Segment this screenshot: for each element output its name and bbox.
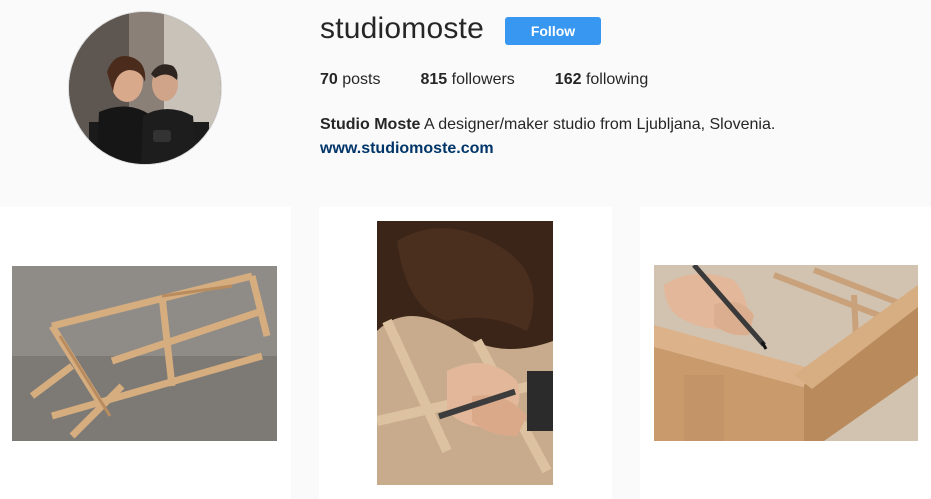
stat-followers-label: followers	[451, 71, 515, 88]
stat-posts-label: posts	[342, 71, 381, 88]
craftsman-measuring-photo	[377, 221, 553, 485]
profile-bio: Studio Moste A designer/maker studio fro…	[320, 113, 775, 161]
post-tile[interactable]	[319, 207, 612, 499]
stat-followers[interactable]: 815 followers	[421, 71, 515, 89]
stat-following-count: 162	[554, 71, 582, 88]
stat-followers-count: 815	[420, 71, 448, 88]
profile-bio-text: A designer/maker studio from Ljubljana, …	[424, 116, 776, 133]
profile-stats: 70 posts 815 followers 162 following	[320, 71, 688, 89]
post-tile[interactable]	[0, 207, 291, 499]
pencil-marking-wood-photo	[654, 265, 918, 441]
avatar-photo	[69, 12, 221, 164]
stat-posts-count: 70	[320, 71, 338, 88]
profile-username: studiomoste	[320, 12, 484, 45]
stat-following[interactable]: 162 following	[555, 71, 648, 89]
profile-full-name: Studio Moste	[320, 116, 421, 133]
stat-posts[interactable]: 70 posts	[320, 71, 381, 89]
follow-button[interactable]: Follow	[505, 17, 601, 45]
post-tile[interactable]	[640, 207, 931, 499]
profile-avatar[interactable]	[68, 11, 222, 165]
wooden-frame-photo	[12, 266, 277, 441]
stat-following-label: following	[585, 71, 649, 88]
profile-website-link[interactable]: www.studiomoste.com	[320, 137, 775, 161]
